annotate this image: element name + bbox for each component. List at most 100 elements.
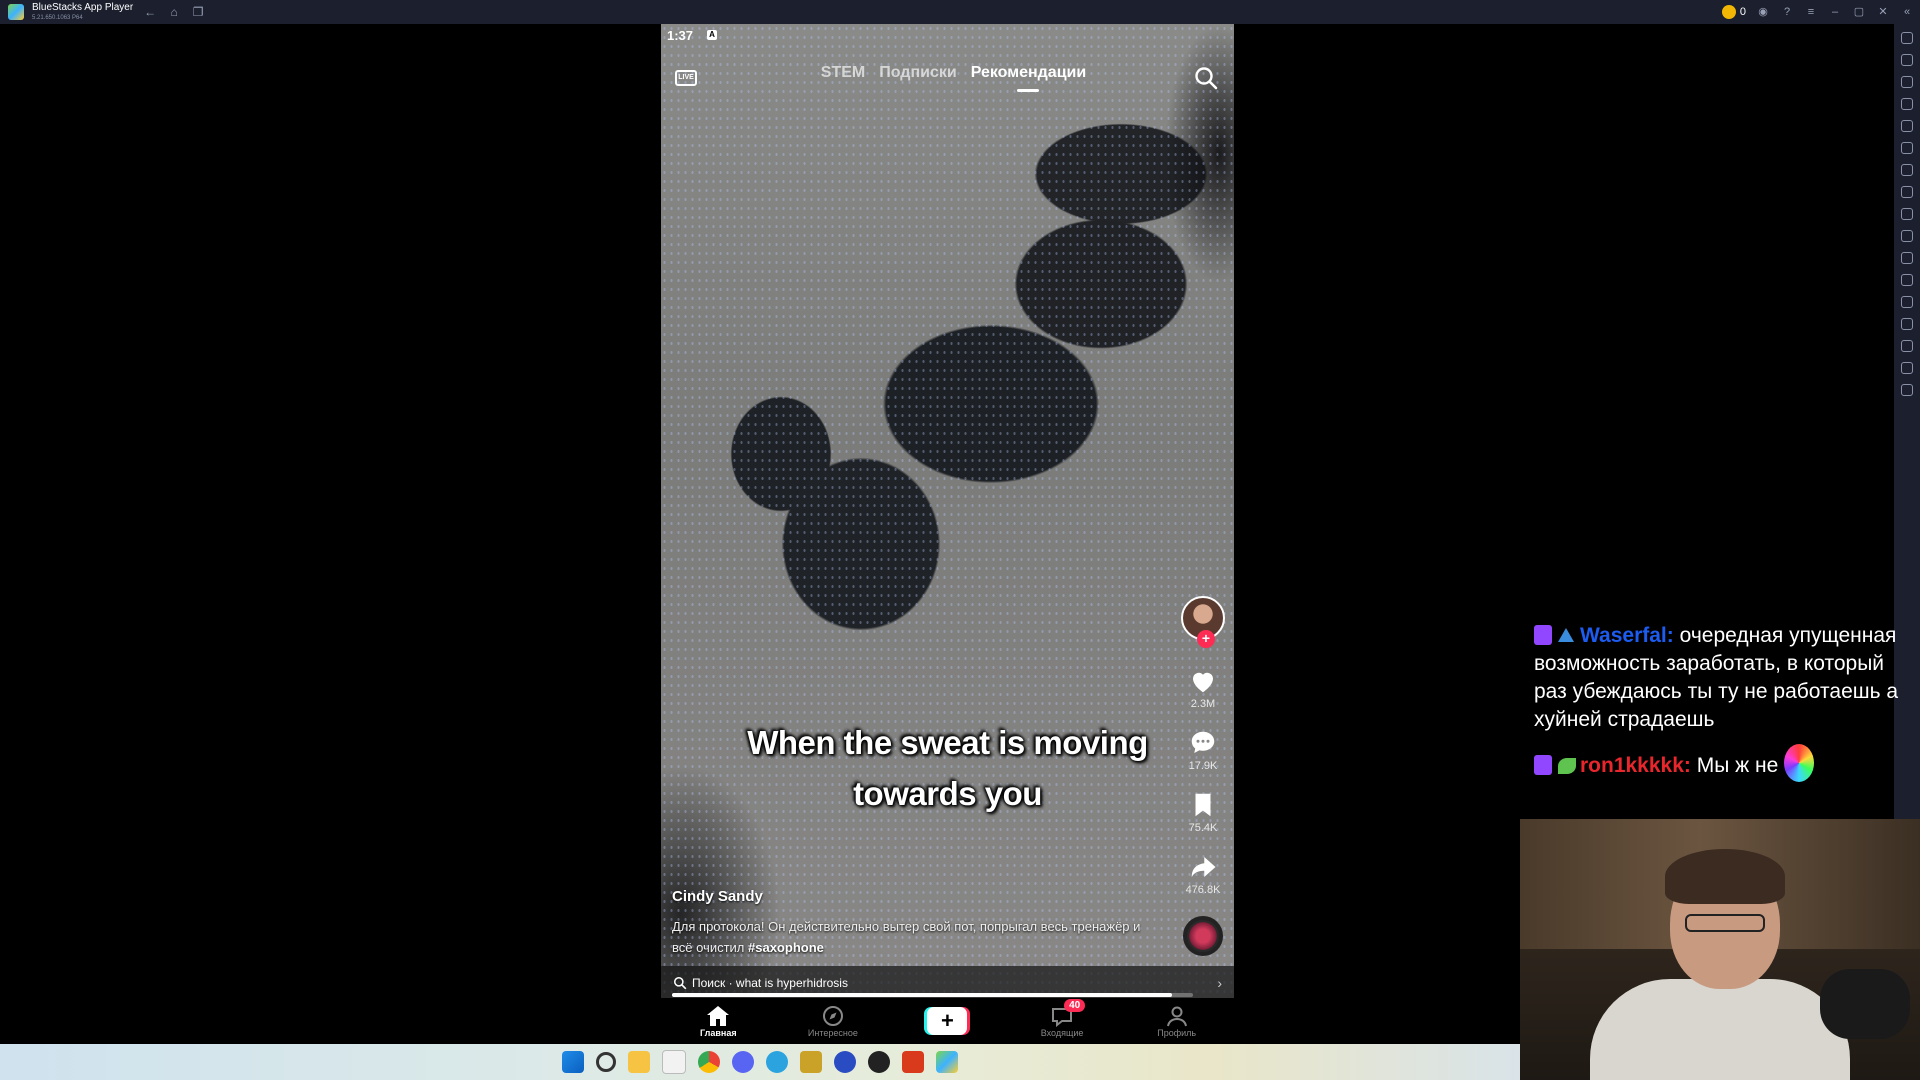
- video-description[interactable]: Для протокола! Он действительно вытер св…: [672, 916, 1152, 958]
- window-titlebar: BlueStacks App Player 5.21.650.1063 P64 …: [0, 0, 1920, 24]
- bluestacks-taskbar-icon[interactable]: [936, 1051, 958, 1073]
- bookmark-count: 75.4K: [1188, 822, 1218, 834]
- video-progress-bar[interactable]: [672, 993, 1193, 997]
- multi-instance-icon[interactable]: ❐: [191, 5, 205, 19]
- taskbar-search-icon[interactable]: [596, 1052, 616, 1072]
- author-name[interactable]: Cindy Sandy: [672, 888, 763, 905]
- compass-icon: [822, 1005, 843, 1026]
- nav-discover[interactable]: Интересное: [793, 1005, 873, 1038]
- tiktok-video-feed[interactable]: 1:37 A LIVE STEM Подписки Рекомендации +…: [661, 24, 1234, 1044]
- music-disc-icon[interactable]: [1183, 916, 1223, 956]
- heart-icon: [1193, 672, 1213, 693]
- nav-home[interactable]: Главная: [678, 1005, 758, 1038]
- streamer-hair: [1665, 849, 1785, 904]
- macro-icon[interactable]: [1901, 274, 1913, 286]
- nav-create[interactable]: +: [907, 1007, 987, 1035]
- home-nav-icon: [707, 1005, 730, 1026]
- bluestacks-logo-icon: [8, 4, 24, 20]
- share-action[interactable]: 476.8K: [1185, 852, 1221, 896]
- menu-icon[interactable]: ≡: [1804, 5, 1818, 19]
- keyboard-icon[interactable]: [1901, 98, 1913, 110]
- twitch-badge-icon: [1534, 755, 1552, 775]
- chevron-right-icon: ›: [1217, 975, 1222, 991]
- like-action[interactable]: 2.3M: [1188, 666, 1218, 710]
- hashtag-link[interactable]: #saxophone: [748, 940, 824, 955]
- obs-icon[interactable]: [868, 1051, 890, 1073]
- chat-text: Мы ж не: [1696, 754, 1779, 777]
- chrome-icon[interactable]: [698, 1051, 720, 1073]
- status-notification-icon: A: [707, 30, 717, 40]
- titlebar-controls: 0 ◉ ? ≡ – ▢ ✕ «: [1721, 0, 1914, 24]
- messenger-icon[interactable]: [834, 1051, 856, 1073]
- creator-avatar[interactable]: +: [1181, 596, 1225, 648]
- notepad-icon[interactable]: [662, 1050, 686, 1074]
- status-time: 1:37: [667, 28, 694, 43]
- file-explorer-icon[interactable]: [628, 1051, 650, 1073]
- tab-for-you[interactable]: Рекомендации: [971, 64, 1086, 92]
- close-icon[interactable]: ✕: [1876, 5, 1890, 19]
- like-count: 2.3M: [1190, 698, 1216, 710]
- collapse-sidebar-icon[interactable]: «: [1900, 5, 1914, 19]
- create-plus-icon: +: [927, 1007, 968, 1035]
- location-icon[interactable]: [1901, 142, 1913, 154]
- inbox-badge: 40: [1064, 998, 1086, 1012]
- shake-icon[interactable]: [1901, 164, 1913, 176]
- maximize-icon[interactable]: ▢: [1852, 5, 1866, 19]
- microphone: [1820, 969, 1910, 1039]
- coin-count: 0: [1739, 6, 1746, 18]
- fullscreen-icon[interactable]: [1901, 32, 1913, 44]
- video-caption: When the sweat is moving towards you: [661, 717, 1234, 819]
- leaf-badge-icon: [1558, 758, 1576, 774]
- rainbow-emote-icon: [1784, 744, 1815, 782]
- eco-mode-icon[interactable]: [1901, 318, 1913, 330]
- telegram-icon[interactable]: [766, 1051, 788, 1073]
- multi-window-icon[interactable]: [1901, 296, 1913, 308]
- window-title: BlueStacks App Player: [32, 2, 134, 13]
- follow-plus-icon[interactable]: +: [1197, 630, 1215, 648]
- discord-icon[interactable]: [732, 1051, 754, 1073]
- chat-username: ron1kkkkk:: [1580, 754, 1691, 777]
- rotate-icon[interactable]: [1901, 120, 1913, 132]
- window-version: 5.21.650.1063 P64: [32, 15, 83, 21]
- tab-following[interactable]: Подписки: [879, 64, 956, 88]
- feed-tabs: STEM Подписки Рекомендации: [661, 64, 1234, 92]
- record-icon[interactable]: [1901, 230, 1913, 242]
- performance-icon[interactable]: [1901, 186, 1913, 198]
- search-suggestion-icon: [673, 976, 687, 990]
- streamer-glasses: [1685, 914, 1765, 932]
- sync-icon[interactable]: [1901, 384, 1913, 396]
- window-title-block: BlueStacks App Player 5.21.650.1063 P64: [32, 1, 133, 23]
- tab-stem[interactable]: STEM: [821, 64, 865, 88]
- gallery-icon[interactable]: [1901, 252, 1913, 264]
- nav-profile[interactable]: Профиль: [1137, 1005, 1217, 1038]
- nav-home-label: Главная: [699, 1027, 737, 1038]
- stream-chat: Waserfal: очередная упущенная возможност…: [1534, 622, 1914, 792]
- nav-inbox[interactable]: 40 Входящие: [1022, 998, 1102, 1038]
- settings-icon[interactable]: [1901, 340, 1913, 352]
- volume-icon[interactable]: [1901, 54, 1913, 66]
- media-icon[interactable]: [1901, 76, 1913, 88]
- share-count: 476.8K: [1185, 884, 1221, 896]
- lock-app-icon[interactable]: [800, 1051, 822, 1073]
- profile-icon: [1166, 1006, 1187, 1026]
- nav-inbox-label: Входящие: [1040, 1027, 1084, 1038]
- back-icon[interactable]: ←: [143, 5, 157, 19]
- caption-line-1: When the sweat is moving: [747, 724, 1148, 761]
- webcam-overlay: [1520, 819, 1920, 1080]
- layers-icon[interactable]: [1901, 362, 1913, 374]
- shadow-decoration: [1164, 24, 1234, 284]
- triangle-badge-icon: [1558, 628, 1574, 642]
- minimize-icon[interactable]: –: [1828, 5, 1842, 19]
- red-app-icon[interactable]: [902, 1051, 924, 1073]
- coin-icon[interactable]: [1721, 5, 1736, 19]
- nav-discover-label: Интересное: [807, 1027, 858, 1038]
- search-icon[interactable]: [1194, 66, 1218, 90]
- bottom-nav: Главная Интересное + 40 Входящие Профиль: [661, 998, 1234, 1044]
- windows-start-icon[interactable]: [562, 1051, 584, 1073]
- screenshot-icon[interactable]: [1901, 208, 1913, 220]
- progress-fill: [672, 993, 1173, 997]
- search-suggestion-text: Поиск · what is hyperhidrosis: [692, 976, 848, 990]
- account-icon[interactable]: ◉: [1756, 5, 1770, 19]
- help-icon[interactable]: ?: [1780, 5, 1794, 19]
- home-icon[interactable]: ⌂: [167, 5, 181, 19]
